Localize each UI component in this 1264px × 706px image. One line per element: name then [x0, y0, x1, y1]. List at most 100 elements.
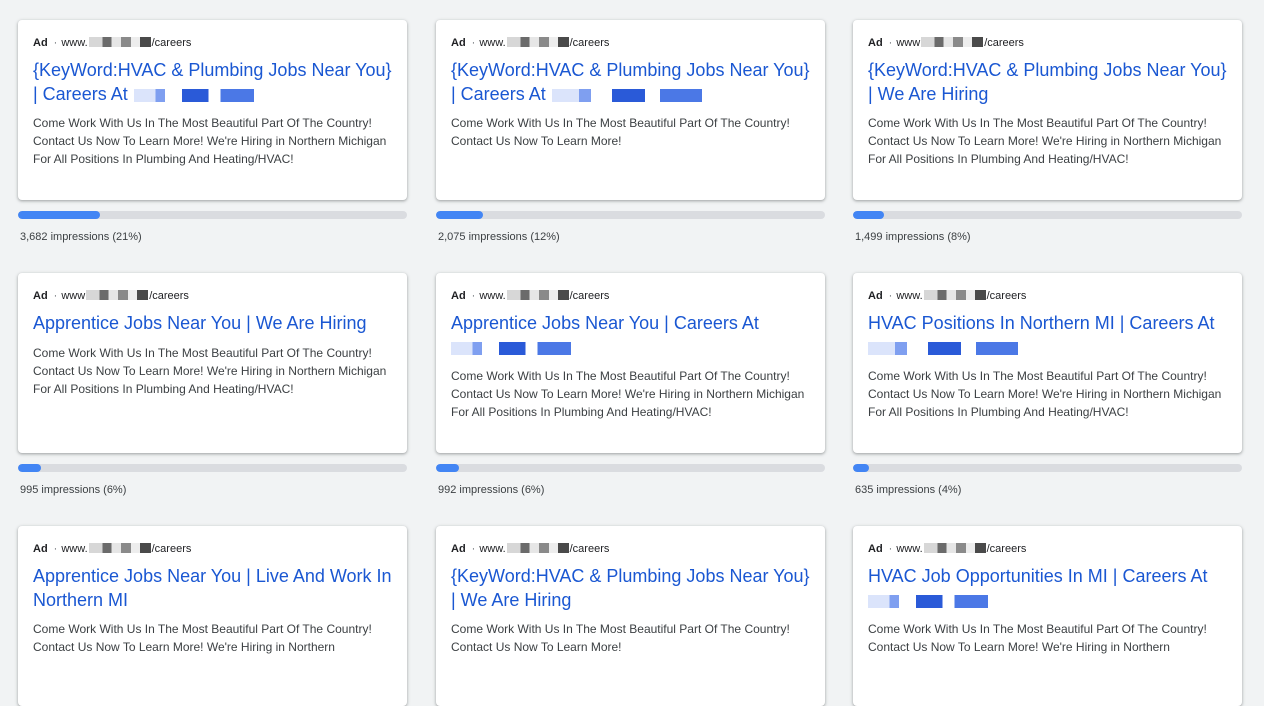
ad-preview-grid: Ad · www./careers {KeyWord:HVAC & Plumbing…: [0, 0, 1264, 706]
separator-dot: ·: [53, 290, 58, 302]
impressions-label: 635 impressions (4%): [855, 484, 962, 496]
url-suffix: /careers: [569, 37, 610, 49]
url-prefix: www.: [896, 543, 923, 555]
ad-description: Come Work With Us In The Most Beautiful …: [33, 116, 387, 166]
separator-dot: ·: [53, 543, 58, 555]
ad-headline[interactable]: HVAC Job Opportunities In MI | Careers A…: [868, 565, 1227, 612]
url-prefix: www.: [61, 543, 88, 555]
headline-text: {KeyWord:HVAC & Plumbing Jobs Near You} …: [451, 566, 810, 610]
ad-card[interactable]: Ad · www/careers {KeyWord:HVAC & Plumbing …: [853, 20, 1242, 200]
ad-card[interactable]: Ad · www. /careers Apprentice Jobs Near You…: [436, 273, 825, 453]
ad-badge: Ad: [868, 290, 883, 302]
separator-dot: ·: [888, 290, 893, 302]
ad-badge: Ad: [868, 543, 883, 555]
ad-description: Come Work With Us In The Most Beautiful …: [33, 622, 372, 654]
impression-share-fill: [436, 464, 460, 472]
display-url: Ad · www. /careers: [451, 542, 810, 556]
impression-share-fill: [18, 211, 100, 219]
ad-headline[interactable]: {KeyWord:HVAC & Plumbing Jobs Near You} …: [868, 59, 1227, 106]
ad-description: Come Work With Us In The Most Beautiful …: [451, 116, 790, 148]
headline-text: HVAC Positions In Northern MI | Careers …: [868, 313, 1215, 333]
ad-headline[interactable]: {KeyWord:HVAC & Plumbing Jobs Near You} …: [33, 59, 392, 106]
display-url: Ad · www/careers: [868, 36, 1227, 50]
url-suffix: /careers: [986, 290, 1027, 302]
ad-badge: Ad: [868, 37, 883, 49]
redacted-domain: [86, 290, 149, 300]
impressions-label: 992 impressions (6%): [438, 484, 545, 496]
redacted-domain: [506, 37, 569, 47]
ad-description: Come Work With Us In The Most Beautiful …: [868, 116, 1222, 166]
separator-dot: ·: [53, 37, 58, 49]
impression-share-fill: [853, 464, 869, 472]
ad-card[interactable]: Ad · www. /careers {KeyWord:HVAC & Plumbing…: [18, 20, 407, 200]
ad-card[interactable]: Ad · www/careers Apprentice Jobs Near You …: [18, 273, 407, 453]
ad-badge: Ad: [33, 37, 48, 49]
ad-card[interactable]: Ad · www. /careers HVAC Positions In Northe…: [853, 273, 1242, 453]
ad-badge: Ad: [451, 37, 466, 49]
display-url: Ad · www. /careers: [868, 289, 1227, 303]
impressions-label: 1,499 impressions (8%): [855, 231, 971, 243]
headline-text: HVAC Job Opportunities In MI | Careers A…: [868, 566, 1208, 586]
impression-share-bar: [436, 464, 825, 472]
redacted-domain: [923, 543, 986, 553]
url-prefix: www.: [61, 37, 88, 49]
url-prefix: www: [896, 37, 921, 49]
url-suffix: /careers: [569, 290, 610, 302]
url-prefix: www.: [479, 290, 506, 302]
display-url: Ad · www. /careers: [33, 542, 392, 556]
ad-headline[interactable]: {KeyWord:HVAC & Plumbing Jobs Near You} …: [451, 59, 810, 106]
ad-badge: Ad: [451, 290, 466, 302]
display-url: Ad · www. /careers: [868, 542, 1227, 556]
impression-share-fill: [18, 464, 42, 472]
ad-description: Come Work With Us In The Most Beautiful …: [451, 369, 805, 419]
url-suffix: /careers: [986, 543, 1027, 555]
url-suffix: /careers: [569, 543, 610, 555]
url-prefix: www.: [896, 290, 923, 302]
ad-description: Come Work With Us In The Most Beautiful …: [451, 622, 790, 654]
url-prefix: www.: [479, 37, 506, 49]
ad-card[interactable]: Ad · www. /careers {KeyWord:HVAC & Plumbing…: [436, 526, 825, 706]
display-url: Ad · www. /careers: [33, 36, 392, 50]
redacted-domain: [921, 37, 984, 47]
ad-headline[interactable]: HVAC Positions In Northern MI | Careers …: [868, 312, 1227, 359]
ad-badge: Ad: [33, 290, 48, 302]
headline-text: Apprentice Jobs Near You | Live And Work…: [33, 566, 392, 610]
ad-card[interactable]: Ad · www. /careers Apprentice Jobs Near You…: [18, 526, 407, 706]
ad-card[interactable]: Ad · www. /careers {KeyWord:HVAC & Plumbing…: [436, 20, 825, 200]
separator-dot: ·: [471, 543, 476, 555]
redacted-company-name: [868, 594, 988, 608]
redacted-company-name: [868, 341, 1018, 355]
headline-text: Apprentice Jobs Near You | We Are Hiring: [33, 313, 367, 333]
separator-dot: ·: [471, 37, 476, 49]
ad-headline[interactable]: Apprentice Jobs Near You | Careers At: [451, 312, 810, 359]
impression-share-fill: [436, 211, 483, 219]
url-suffix: /careers: [984, 37, 1024, 49]
impression-share-bar: [853, 464, 1242, 472]
ad-headline[interactable]: Apprentice Jobs Near You | Live And Work…: [33, 565, 392, 612]
ad-badge: Ad: [451, 543, 466, 555]
display-url: Ad · www. /careers: [451, 36, 810, 50]
ad-description: Come Work With Us In The Most Beautiful …: [33, 345, 387, 396]
ad-card[interactable]: Ad · www. /careers HVAC Job Opportunities I…: [853, 526, 1242, 706]
url-suffix: /careers: [151, 37, 192, 49]
impressions-label: 995 impressions (6%): [20, 484, 127, 496]
redacted-domain: [506, 290, 569, 300]
impression-share-fill: [853, 211, 885, 219]
ad-description: Come Work With Us In The Most Beautiful …: [868, 622, 1207, 654]
ad-headline[interactable]: {KeyWord:HVAC & Plumbing Jobs Near You} …: [451, 565, 810, 612]
redacted-domain: [923, 290, 986, 300]
impression-share-bar: [853, 211, 1242, 219]
ad-description: Come Work With Us In The Most Beautiful …: [868, 369, 1222, 419]
url-prefix: www: [61, 290, 86, 302]
url-suffix: /careers: [151, 543, 192, 555]
headline-text: Apprentice Jobs Near You | Careers At: [451, 313, 759, 333]
ad-headline[interactable]: Apprentice Jobs Near You | We Are Hiring: [33, 312, 392, 336]
separator-dot: ·: [888, 37, 893, 49]
redacted-domain: [506, 543, 569, 553]
impressions-label: 2,075 impressions (12%): [438, 231, 560, 243]
display-url: Ad · www. /careers: [451, 289, 810, 303]
url-suffix: /careers: [149, 290, 189, 302]
separator-dot: ·: [471, 290, 476, 302]
redacted-company-name: [551, 88, 702, 102]
impression-share-bar: [18, 464, 407, 472]
